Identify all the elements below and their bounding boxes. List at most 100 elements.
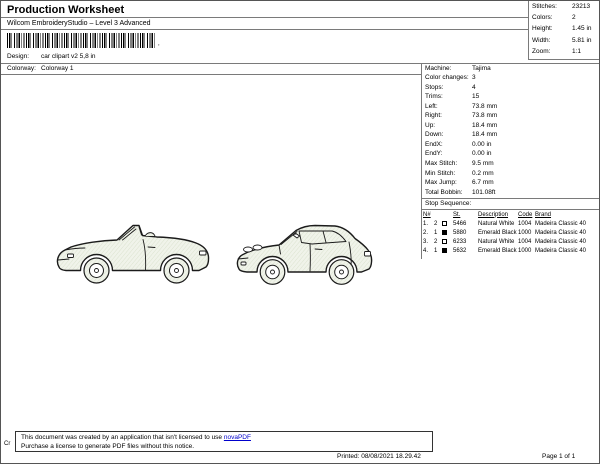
convertible-car	[57, 226, 208, 284]
info-value: 18.4 mm	[472, 131, 497, 138]
stitch-count: 5466	[453, 221, 478, 227]
machine-info-row: Up:18.4 mm	[425, 122, 597, 132]
stop-sequence-table: N# St. Description Code Brand 1. 2 5466 …	[423, 210, 599, 255]
page-number: Page 1 of 1	[542, 453, 575, 460]
needle-count: 2	[434, 221, 442, 227]
info-label: Color changes:	[425, 74, 472, 81]
car-clipart-illustration	[49, 204, 384, 309]
info-label: EndX:	[425, 141, 472, 148]
machine-info-row: EndY:0.00 in	[425, 150, 597, 160]
stop-number: 3.	[423, 239, 434, 245]
summary-row-height: Height: 1.45 in	[532, 25, 600, 36]
info-label: Max Jump:	[425, 179, 472, 186]
info-value: 73.8 mm	[472, 112, 497, 119]
notice-line-1: This document was created by an applicat…	[21, 433, 432, 442]
divider	[1, 29, 528, 30]
machine-info-row: Total Bobbin:101.08ft	[425, 189, 597, 199]
coupe-car	[237, 226, 371, 285]
divider	[1, 17, 528, 18]
colorway-value: Colorway 1	[41, 65, 74, 72]
divider	[528, 59, 600, 60]
stitch-count: 6233	[453, 239, 478, 245]
summary-row-width: Width: 5.81 in	[532, 37, 600, 48]
thread-swatch	[442, 239, 447, 244]
stitch-count: 5880	[453, 230, 478, 236]
needle-count: 1	[434, 248, 442, 254]
stop-sequence-header: N# St. Description Code Brand	[423, 210, 599, 219]
summary-label: Colors:	[532, 14, 572, 21]
machine-info-row: Machine:Tajima	[425, 65, 597, 75]
thread-brand: Madeira Classic 40	[535, 230, 599, 236]
divider	[1, 74, 421, 75]
design-barcode	[7, 33, 155, 48]
machine-info-row: Down:18.4 mm	[425, 131, 597, 141]
stitch-count: 5632	[453, 248, 478, 254]
info-value: 3	[472, 74, 476, 81]
summary-label: Height:	[532, 25, 572, 32]
divider	[528, 1, 529, 59]
machine-info-row: Min Stitch:0.2 mm	[425, 170, 597, 180]
summary-panel: Stitches: 23213 Colors: 2 Height: 1.45 i…	[532, 3, 600, 59]
info-label: Right:	[425, 112, 472, 119]
info-value: 73.8 mm	[472, 103, 497, 110]
col-header: N#	[423, 212, 434, 218]
thread-description: Emerald Black	[478, 248, 518, 254]
summary-label: Stitches:	[532, 3, 572, 10]
design-label: Design:	[7, 53, 29, 60]
col-header: Description	[478, 212, 518, 218]
info-label: Down:	[425, 131, 472, 138]
info-label: EndY:	[425, 150, 472, 157]
divider	[421, 63, 422, 259]
machine-info-row: Max Stitch:9.5 mm	[425, 160, 597, 170]
col-header: St.	[453, 212, 478, 218]
machine-info-row: Color changes:3	[425, 74, 597, 84]
info-value: 101.08ft	[472, 189, 496, 196]
machine-info-row: Right:73.8 mm	[425, 112, 597, 122]
novapdf-link[interactable]: novaPDF	[224, 434, 251, 441]
col-header: Code	[518, 212, 535, 218]
summary-value: 1:1	[572, 48, 581, 55]
production-worksheet-page: Production Worksheet Wilcom EmbroiderySt…	[0, 0, 600, 464]
info-label: Min Stitch:	[425, 170, 472, 177]
info-value: 4	[472, 84, 476, 91]
stop-number: 4.	[423, 248, 434, 254]
info-label: Machine:	[425, 65, 472, 72]
summary-row-stitches: Stitches: 23213	[532, 3, 600, 14]
thread-swatch	[442, 221, 447, 226]
needle-count: 1	[434, 230, 442, 236]
thread-swatch	[442, 230, 447, 235]
thread-description: Natural White	[478, 221, 518, 227]
machine-info-row: EndX:0.00 in	[425, 141, 597, 151]
summary-row-colors: Colors: 2	[532, 14, 600, 25]
thread-swatch	[442, 248, 447, 253]
truncated-footer-text: Cr	[4, 441, 10, 447]
info-value: 6.7 mm	[472, 179, 494, 186]
thread-code: 1004	[518, 221, 535, 227]
thread-brand: Madeira Classic 40	[535, 248, 599, 254]
info-value: 9.5 mm	[472, 160, 494, 167]
info-value: 15	[472, 93, 479, 100]
stop-sequence-row: 3. 2 6233 Natural White 1004 Madeira Cla…	[423, 237, 599, 246]
notice-text: This document was created by an applicat…	[21, 434, 224, 441]
info-value: 0.00 in	[472, 150, 492, 157]
thread-description: Emerald Black	[478, 230, 518, 236]
thread-code: 1004	[518, 239, 535, 245]
summary-value: 5.81 in	[572, 37, 592, 44]
stop-sequence-row: 2. 1 5880 Emerald Black 1000 Madeira Cla…	[423, 228, 599, 237]
thread-code: 1000	[518, 230, 535, 236]
info-value: 0.00 in	[472, 141, 492, 148]
summary-label: Zoom:	[532, 48, 572, 55]
info-label: Up:	[425, 122, 472, 129]
summary-row-zoom: Zoom: 1:1	[532, 48, 600, 59]
machine-info-panel: Machine:Tajima Color changes:3 Stops:4 T…	[425, 65, 597, 199]
needle-count: 2	[434, 239, 442, 245]
info-value: 0.2 mm	[472, 170, 494, 177]
summary-value: 23213	[572, 3, 590, 10]
info-label: Total Bobbin:	[425, 189, 472, 196]
info-label: Trims:	[425, 93, 472, 100]
stop-sequence-title: Stop Sequence:	[425, 200, 471, 207]
summary-label: Width:	[532, 37, 572, 44]
stop-sequence-row: 1. 2 5466 Natural White 1004 Madeira Cla…	[423, 219, 599, 228]
info-value: 18.4 mm	[472, 122, 497, 129]
stop-sequence-row: 4. 1 5632 Emerald Black 1000 Madeira Cla…	[423, 246, 599, 255]
